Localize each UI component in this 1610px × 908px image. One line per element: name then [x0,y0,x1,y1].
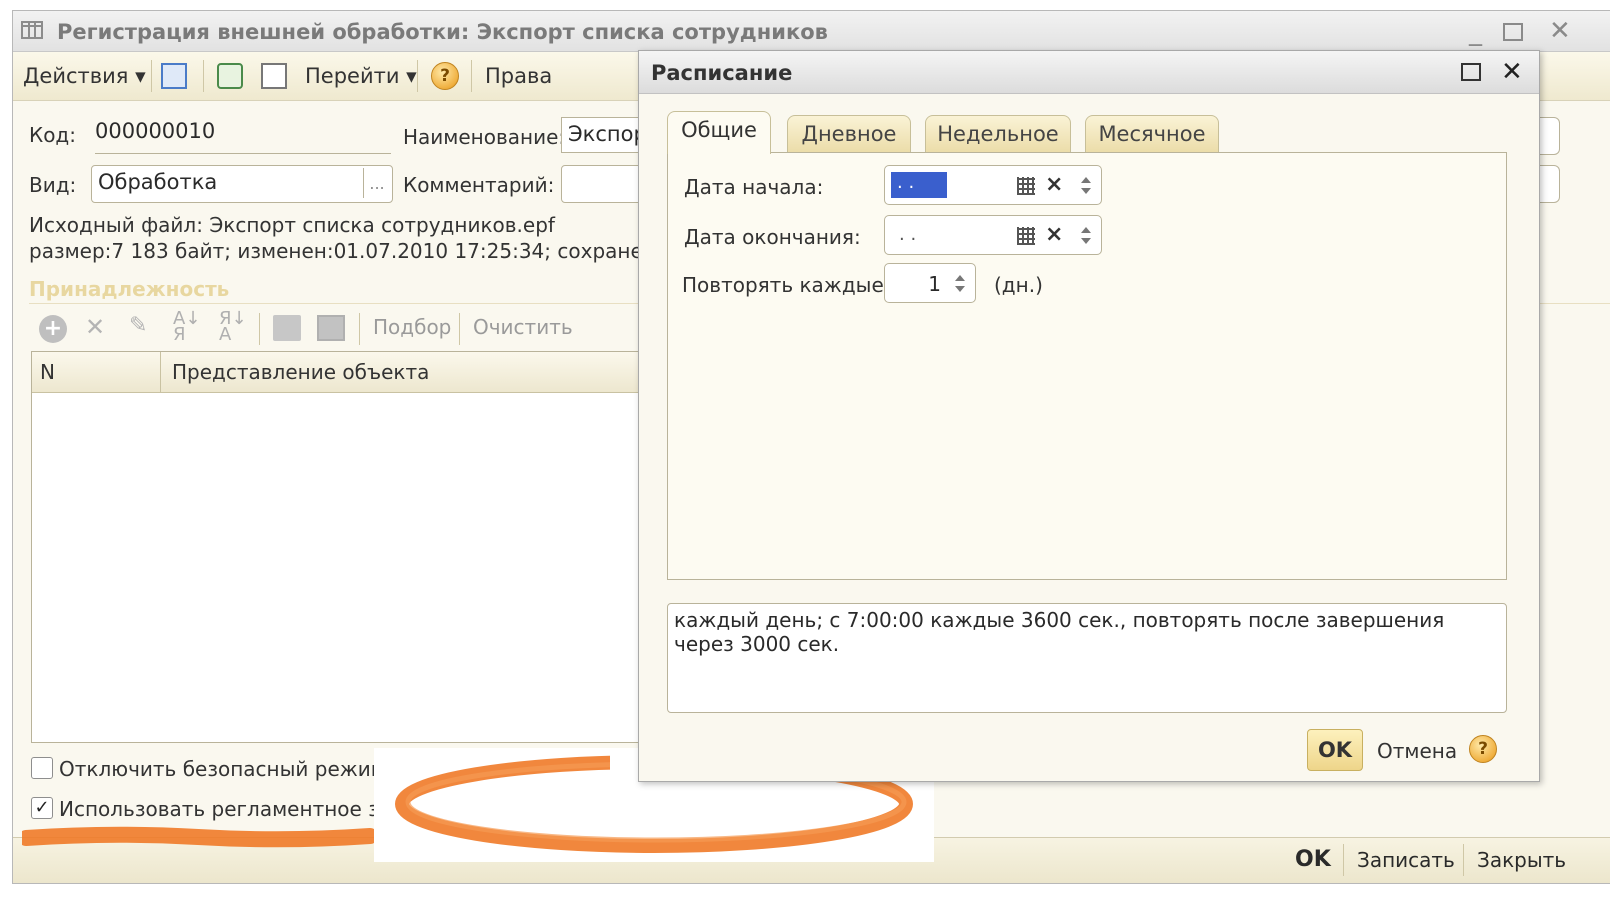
file-size-info: размер:7 183 байт; изменен:01.07.2010 17… [29,239,674,263]
edit-row-icon[interactable]: ✎ [129,313,147,338]
schedule-description: каждый день; с 7:00:00 каждые 3600 сек.,… [667,603,1507,713]
dialog-help-icon[interactable]: ? [1469,735,1497,763]
clear-button[interactable]: Очистить [473,315,573,339]
goto-menu[interactable]: Перейти ▾ [305,64,417,88]
actions-menu[interactable]: Действия ▾ [23,64,146,88]
start-date-label: Дата начала: [684,175,824,199]
dialog-titlebar: Расписание ✕ [639,51,1539,94]
clear-start-date-icon[interactable]: × [1045,172,1063,197]
kind-select-button[interactable]: ... [363,168,390,198]
table-header: N Представление объекта [32,352,650,393]
kind-value: Обработка [98,170,218,194]
tab-monthly[interactable]: Месячное [1085,115,1219,153]
name-label: Наименование: [403,125,566,149]
safe-mode-label: Отключить безопасный режим [59,757,386,781]
source-file-info: Исходный файл: Экспорт списка сотруднико… [29,213,555,237]
dialog-close-icon[interactable]: ✕ [1501,57,1523,87]
comment-label: Комментарий: [403,173,555,197]
help-icon[interactable]: ? [431,62,459,90]
column-n[interactable]: N [40,360,55,384]
sort-asc-icon[interactable]: А↓ Я [173,310,200,344]
main-titlebar: Регистрация внешней обработки: Экспорт с… [13,11,1610,52]
schedule-dialog: Расписание ✕ Общие Дневное Недельное Мес… [638,50,1540,782]
tab-daily[interactable]: Дневное [787,115,911,153]
column-object[interactable]: Представление объекта [172,360,429,384]
repeat-days-value: 1 [928,272,941,296]
dialog-cancel-button[interactable]: Отмена [1377,739,1457,763]
end-date-value: . . [899,224,917,245]
dialog-maximize-icon[interactable] [1461,63,1481,81]
select-button[interactable]: Подбор [373,315,451,339]
close-button[interactable]: Закрыть [1477,848,1566,872]
end-date-label: Дата окончания: [684,225,861,249]
rights-button[interactable]: Права [485,64,552,88]
dialog-ok-button[interactable]: OK [1307,729,1363,771]
repeat-days-spinner[interactable] [949,266,971,300]
safe-mode-checkbox[interactable] [31,757,53,779]
kind-field[interactable]: Обработка ... [91,165,393,203]
clear-end-date-icon[interactable]: × [1045,222,1063,247]
start-date-field[interactable]: . . × [884,165,1102,205]
form-grid-icon [21,21,43,39]
calendar-icon[interactable] [1017,177,1035,195]
scheduled-job-label: Использовать регламентное за [59,797,392,821]
main-ok-button[interactable]: OK [1295,847,1331,872]
repeat-days-field[interactable]: 1 [884,263,976,303]
start-date-spinner[interactable] [1075,168,1097,202]
repeat-label: Повторять каждые: [682,273,891,297]
code-field[interactable]: 000000010 [95,119,391,154]
dialog-title: Расписание [651,61,793,85]
orange-underline-annotation [22,826,374,848]
kind-label: Вид: [29,173,77,197]
tab-weekly[interactable]: Недельное [925,115,1071,153]
refresh-icon[interactable] [217,63,243,89]
save-icon[interactable] [317,315,345,341]
tab-general[interactable]: Общие [667,111,771,154]
objects-table[interactable]: N Представление объекта [31,351,651,743]
save-button[interactable]: Записать [1357,848,1455,872]
maximize-icon[interactable] [1503,23,1523,41]
window-title: Регистрация внешней обработки: Экспорт с… [57,20,828,44]
copy-document-icon[interactable] [261,63,287,89]
write-and-close-icon[interactable] [161,63,187,89]
close-icon[interactable]: ✕ [1549,18,1571,44]
end-date-field[interactable]: . . × [884,215,1102,255]
minimize-icon[interactable]: _ [1469,19,1482,45]
section-title: Принадлежность [29,277,230,301]
repeat-unit-label: (дн.) [994,273,1043,297]
scheduled-job-checkbox[interactable]: ✓ [31,797,53,819]
sort-desc-icon[interactable]: Я↓ А [219,310,247,344]
calendar-icon[interactable] [1017,227,1035,245]
delete-row-icon[interactable]: ✕ [85,313,105,341]
start-date-selection: . . [891,172,947,198]
code-label: Код: [29,123,77,147]
add-row-icon[interactable]: + [39,315,67,343]
general-tab-panel: Дата начала: . . × Дата окончания: . . ×… [667,152,1507,580]
end-date-spinner[interactable] [1075,218,1097,252]
move-up-icon[interactable] [273,315,301,341]
